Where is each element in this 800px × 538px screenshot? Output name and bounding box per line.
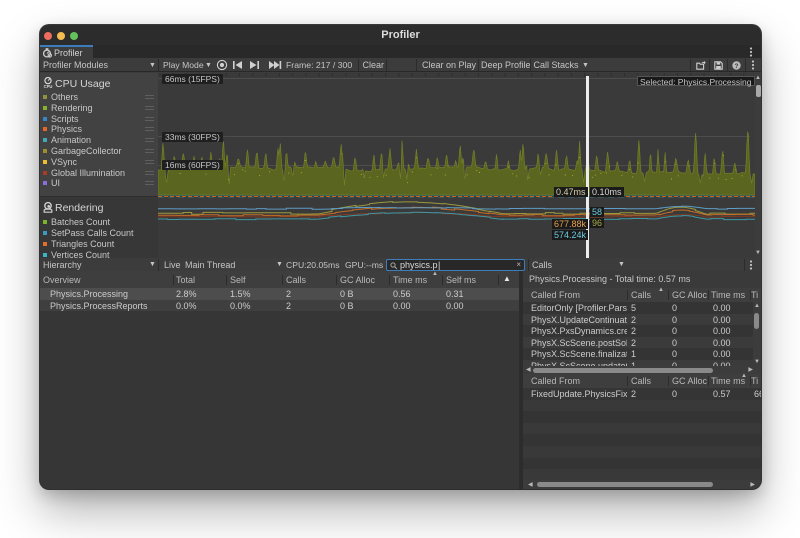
svg-text:CPU: CPU: [44, 83, 53, 87]
svg-text:?: ?: [734, 63, 738, 70]
